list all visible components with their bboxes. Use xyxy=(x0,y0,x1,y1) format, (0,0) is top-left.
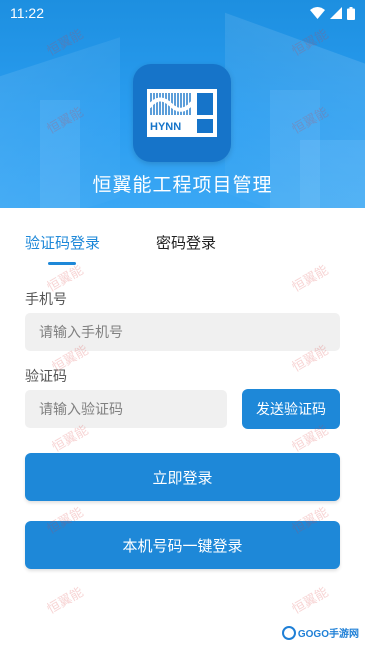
phone-input[interactable] xyxy=(25,313,340,351)
hynn-logo-icon: HYNN xyxy=(147,89,217,137)
tab-password-login[interactable]: 密码登录 xyxy=(156,232,216,253)
status-icons xyxy=(310,6,355,20)
tab-sms-login[interactable]: 验证码登录 xyxy=(25,232,100,253)
app-logo: HYNN xyxy=(133,64,231,162)
battery-icon xyxy=(347,6,355,20)
login-button[interactable]: 立即登录 xyxy=(25,453,340,501)
active-tab-indicator xyxy=(48,262,76,265)
watermark: 恒翼能 xyxy=(289,584,331,617)
send-code-button[interactable]: 发送验证码 xyxy=(242,389,340,429)
app-title: 恒翼能工程项目管理 xyxy=(92,175,273,196)
watermark: 恒翼能 xyxy=(44,584,86,617)
login-tabs: 验证码登录 密码登录 xyxy=(0,232,365,272)
code-label: 验证码 xyxy=(25,368,67,384)
one-click-login-button[interactable]: 本机号码一键登录 xyxy=(25,521,340,569)
wifi-icon xyxy=(310,7,325,19)
site-watermark-text: GOGO手游网 xyxy=(297,629,359,640)
phone-label: 手机号 xyxy=(25,291,67,307)
status-time: 11:22 xyxy=(10,5,44,21)
gogo-logo-icon xyxy=(281,625,296,640)
site-watermark-badge: GOGO手游网 xyxy=(281,625,359,640)
logo-text: HYNN xyxy=(150,121,181,133)
status-bar: 11:22 xyxy=(0,0,365,26)
signal-icon xyxy=(330,7,342,19)
code-input[interactable] xyxy=(25,390,227,428)
